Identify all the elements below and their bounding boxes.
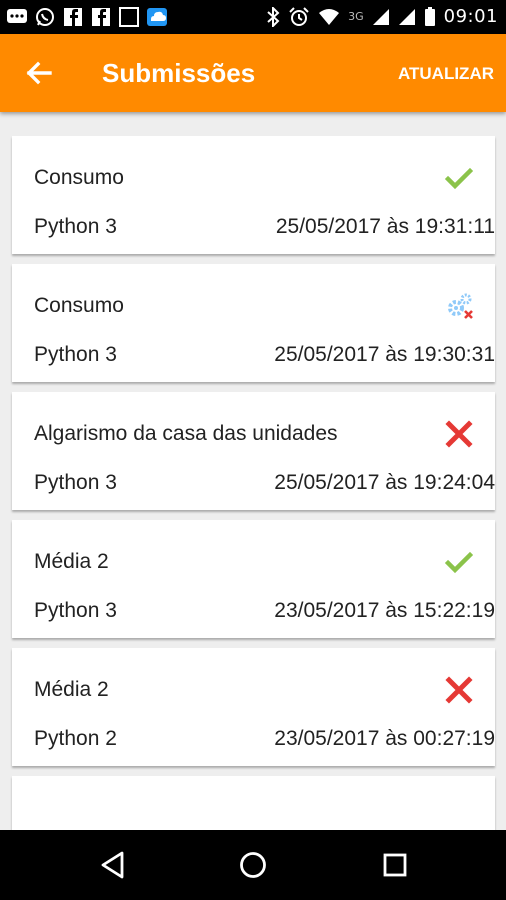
submission-problem: Média 2 <box>34 550 109 573</box>
home-circle-icon[interactable] <box>238 850 268 880</box>
submission-card[interactable]: Consumo Python 3 25/05/2017 às 19:30:31 <box>12 264 495 382</box>
app-bar: Submissões ATUALIZAR <box>0 34 506 112</box>
submission-card-partial[interactable] <box>12 776 495 830</box>
navigation-bar <box>0 830 506 900</box>
whatsapp-icon <box>36 8 54 26</box>
submission-date: 23/05/2017 às 15:22:19 <box>274 599 495 622</box>
submission-language: Python 3 <box>34 471 117 494</box>
submission-problem: Algarismo da casa das unidades <box>34 422 338 445</box>
clock: 09:01 <box>443 6 498 27</box>
submission-language: Python 3 <box>34 343 117 366</box>
signal-icon <box>372 8 389 25</box>
battery-icon <box>424 6 435 26</box>
alarm-icon <box>289 6 309 26</box>
check-icon <box>444 548 474 576</box>
submission-card[interactable]: Média 2 Python 2 23/05/2017 às 00:27:19 <box>12 648 495 766</box>
submission-date: 25/05/2017 às 19:30:31 <box>274 343 495 366</box>
submission-language: Python 3 <box>34 215 117 238</box>
submission-language: Python 2 <box>34 727 117 750</box>
bluetooth-icon <box>267 6 280 27</box>
submission-card[interactable]: Algarismo da casa das unidades Python 3 25… <box>12 392 495 510</box>
refresh-button[interactable]: ATUALIZAR <box>398 64 494 84</box>
notification-icons <box>6 7 168 27</box>
submission-date: 23/05/2017 às 00:27:19 <box>274 727 495 750</box>
check-icon <box>444 164 474 192</box>
square-icon <box>119 7 139 27</box>
recents-square-icon[interactable] <box>380 850 410 880</box>
x-icon <box>445 676 473 704</box>
arrow-back-icon[interactable] <box>22 56 56 90</box>
gears-error-icon <box>445 292 473 320</box>
wifi-icon <box>319 8 340 25</box>
submissions-list-container[interactable]: Consumo Python 3 25/05/2017 às 19:31:11 Con… <box>0 112 506 830</box>
network-type: 3G <box>348 10 364 23</box>
submission-problem: Média 2 <box>34 678 109 701</box>
submission-date: 25/05/2017 às 19:31:11 <box>275 215 495 238</box>
facebook-icon <box>92 8 110 26</box>
submission-card[interactable]: Média 2 Python 3 23/05/2017 às 15:22:19 <box>12 520 495 638</box>
x-icon <box>445 420 473 448</box>
submission-problem: Consumo <box>34 166 124 189</box>
facebook-icon <box>64 8 82 26</box>
chat-icon <box>7 9 27 23</box>
submission-language: Python 3 <box>34 599 117 622</box>
page-title: Submissões <box>102 58 256 88</box>
signal-icon <box>398 8 415 25</box>
submission-card[interactable]: Consumo Python 3 25/05/2017 às 19:31:11 <box>12 136 495 254</box>
submission-problem: Consumo <box>34 294 124 317</box>
system-icons: 3G 09:01 <box>266 6 498 27</box>
back-triangle-icon[interactable] <box>98 850 128 880</box>
cloud-icon <box>147 8 167 26</box>
submissions-list: Consumo Python 3 25/05/2017 às 19:31:11 Con… <box>12 136 495 830</box>
submission-date: 25/05/2017 às 19:24:04 <box>274 471 495 494</box>
status-bar: 3G 09:01 <box>0 0 506 34</box>
